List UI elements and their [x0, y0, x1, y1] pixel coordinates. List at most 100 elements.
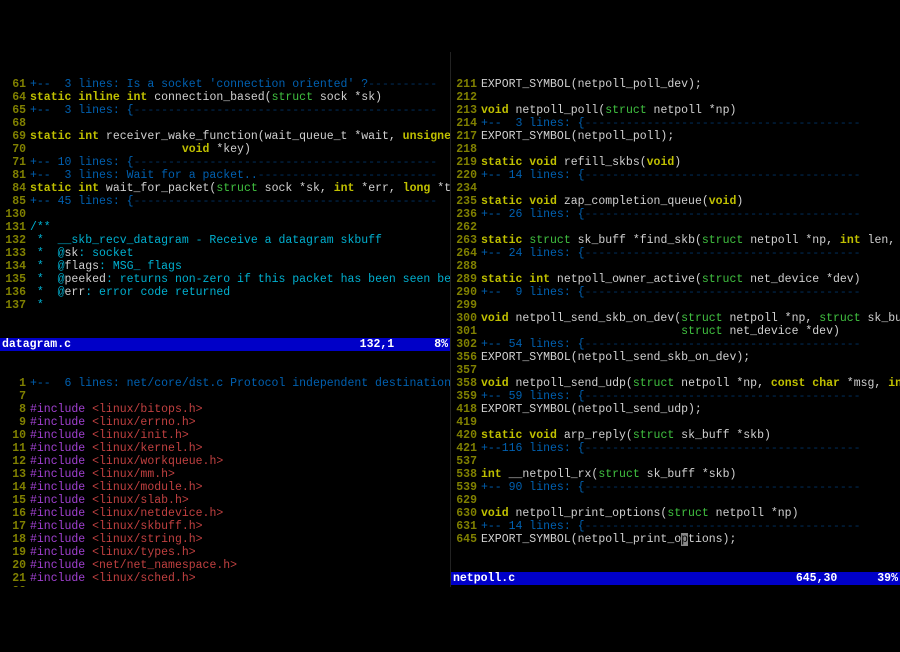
code-text[interactable]: void netpoll_send_udp(struct netpoll *np… — [481, 377, 900, 390]
code-line[interactable]: 235static void zap_completion_queue(void… — [451, 195, 900, 208]
code-line[interactable]: 133 * @sk: socket — [0, 247, 450, 260]
code-text[interactable]: #include <linux/init.h> — [30, 429, 450, 442]
code-line[interactable]: 11#include <linux/kernel.h> — [0, 442, 450, 455]
code-line[interactable]: 132 * __skb_recv_datagram - Receive a da… — [0, 234, 450, 247]
code-text[interactable]: struct net_device *dev) — [481, 325, 900, 338]
code-line[interactable]: 64static inline int connection_based(str… — [0, 91, 450, 104]
code-text[interactable]: int __netpoll_rx(struct sk_buff *skb) — [481, 468, 900, 481]
code-line[interactable]: 81+-- 3 lines: Wait for a packet..------… — [0, 169, 450, 182]
code-text[interactable]: #include <linux/netdevice.h> — [30, 507, 450, 520]
code-line[interactable]: 220+-- 14 lines: {----------------------… — [451, 169, 900, 182]
code-line[interactable]: 10#include <linux/init.h> — [0, 429, 450, 442]
code-text[interactable]: static void refill_skbs(void) — [481, 156, 900, 169]
code-text[interactable]: #include <linux/types.h> — [30, 546, 450, 559]
code-line[interactable]: 236+-- 26 lines: {----------------------… — [451, 208, 900, 221]
code-text[interactable]: +-- 3 lines: {--------------------------… — [481, 117, 900, 130]
code-line[interactable]: 538int __netpoll_rx(struct sk_buff *skb) — [451, 468, 900, 481]
code-text[interactable]: +-- 59 lines: {-------------------------… — [481, 390, 900, 403]
code-text[interactable]: #include <linux/workqueue.h> — [30, 455, 450, 468]
code-text[interactable]: EXPORT_SYMBOL(netpoll_send_skb_on_dev); — [481, 351, 900, 364]
code-text[interactable] — [481, 299, 900, 312]
code-text[interactable]: +-- 14 lines: {-------------------------… — [481, 520, 900, 533]
code-line[interactable]: 630void netpoll_print_options(struct net… — [451, 507, 900, 520]
code-line[interactable]: 134 * @flags: MSG_ flags — [0, 260, 450, 273]
code-text[interactable]: * @peeked: returns non-zero if this pack… — [30, 273, 450, 286]
code-line[interactable]: 264+-- 24 lines: {----------------------… — [451, 247, 900, 260]
code-text[interactable]: +-- 26 lines: {-------------------------… — [481, 208, 900, 221]
code-line[interactable]: 299 — [451, 299, 900, 312]
code-text[interactable]: * — [30, 299, 450, 312]
pane-datagram[interactable]: 61+-- 3 lines: Is a socket 'connection o… — [0, 78, 450, 312]
code-text[interactable]: void netpoll_send_skb_on_dev(struct netp… — [481, 312, 900, 325]
code-text[interactable]: * @err: error code returned — [30, 286, 450, 299]
code-line[interactable]: 421+--116 lines: {----------------------… — [451, 442, 900, 455]
code-line[interactable]: 358void netpoll_send_udp(struct netpoll … — [451, 377, 900, 390]
code-text[interactable] — [481, 182, 900, 195]
code-line[interactable]: 61+-- 3 lines: Is a socket 'connection o… — [0, 78, 450, 91]
code-line[interactable]: 211EXPORT_SYMBOL(netpoll_poll_dev); — [451, 78, 900, 91]
code-line[interactable]: 301 struct net_device *dev) — [451, 325, 900, 338]
code-text[interactable]: +-- 10 lines: {-------------------------… — [30, 156, 450, 169]
code-line[interactable]: 19#include <linux/types.h> — [0, 546, 450, 559]
code-line[interactable]: 218 — [451, 143, 900, 156]
code-text[interactable]: void netpoll_print_options(struct netpol… — [481, 507, 900, 520]
code-text[interactable]: #include <linux/sched.h> — [30, 572, 450, 585]
pane-netpoll[interactable]: 211EXPORT_SYMBOL(netpoll_poll_dev);21221… — [451, 78, 900, 546]
code-line[interactable]: 85+-- 45 lines: {-----------------------… — [0, 195, 450, 208]
code-text[interactable]: +-- 14 lines: {-------------------------… — [481, 169, 900, 182]
code-text[interactable]: /** — [30, 221, 450, 234]
code-line[interactable]: 12#include <linux/workqueue.h> — [0, 455, 450, 468]
code-text[interactable]: EXPORT_SYMBOL(netpoll_poll_dev); — [481, 78, 900, 91]
code-text[interactable]: #include <linux/module.h> — [30, 481, 450, 494]
code-line[interactable]: 631+-- 14 lines: {----------------------… — [451, 520, 900, 533]
code-line[interactable]: 219static void refill_skbs(void) — [451, 156, 900, 169]
code-text[interactable]: static int netpoll_owner_active(struct n… — [481, 273, 900, 286]
code-text[interactable] — [481, 364, 900, 377]
code-text[interactable]: EXPORT_SYMBOL(netpoll_send_udp); — [481, 403, 900, 416]
code-text[interactable] — [481, 494, 900, 507]
code-text[interactable]: #include <linux/skbuff.h> — [30, 520, 450, 533]
code-line[interactable]: 15#include <linux/slab.h> — [0, 494, 450, 507]
code-line[interactable]: 263static struct sk_buff *find_skb(struc… — [451, 234, 900, 247]
code-text[interactable] — [30, 208, 450, 221]
code-line[interactable]: 289static int netpoll_owner_active(struc… — [451, 273, 900, 286]
code-text[interactable]: static struct sk_buff *find_skb(struct n… — [481, 234, 900, 247]
code-text[interactable]: static void arp_reply(struct sk_buff *sk… — [481, 429, 900, 442]
code-text[interactable]: #include <linux/mm.h> — [30, 468, 450, 481]
code-line[interactable]: 70 void *key) — [0, 143, 450, 156]
code-text[interactable]: void netpoll_poll(struct netpoll *np) — [481, 104, 900, 117]
code-text[interactable] — [481, 91, 900, 104]
code-line[interactable]: 357 — [451, 364, 900, 377]
code-text[interactable]: static void zap_completion_queue(void) — [481, 195, 900, 208]
code-text[interactable]: * @sk: socket — [30, 247, 450, 260]
code-line[interactable]: 419 — [451, 416, 900, 429]
code-line[interactable]: 300void netpoll_send_skb_on_dev(struct n… — [451, 312, 900, 325]
code-line[interactable]: 213void netpoll_poll(struct netpoll *np) — [451, 104, 900, 117]
code-line[interactable]: 68 — [0, 117, 450, 130]
code-text[interactable]: static int wait_for_packet(struct sock *… — [30, 182, 450, 195]
code-text[interactable]: static int receiver_wake_function(wait_q… — [30, 130, 450, 143]
code-line[interactable]: 17#include <linux/skbuff.h> — [0, 520, 450, 533]
code-text[interactable] — [481, 143, 900, 156]
code-text[interactable] — [30, 390, 450, 403]
code-line[interactable]: 13#include <linux/mm.h> — [0, 468, 450, 481]
code-text[interactable]: void *key) — [30, 143, 450, 156]
code-text[interactable]: +-- 3 lines: {--------------------------… — [30, 104, 450, 117]
code-line[interactable]: 16#include <linux/netdevice.h> — [0, 507, 450, 520]
code-text[interactable]: +-- 24 lines: {-------------------------… — [481, 247, 900, 260]
code-text[interactable]: +-- 3 lines: Wait for a packet..--------… — [30, 169, 450, 182]
code-line[interactable]: 21#include <linux/sched.h> — [0, 572, 450, 585]
code-line[interactable]: 288 — [451, 260, 900, 273]
code-line[interactable]: 290+-- 9 lines: {-----------------------… — [451, 286, 900, 299]
code-text[interactable]: +-- 90 lines: {-------------------------… — [481, 481, 900, 494]
code-text[interactable]: EXPORT_SYMBOL(netpoll_poll); — [481, 130, 900, 143]
code-line[interactable]: 1+-- 6 lines: net/core/dst.c Protocol in… — [0, 377, 450, 390]
code-line[interactable]: 71+-- 10 lines: {-----------------------… — [0, 156, 450, 169]
code-text[interactable] — [30, 117, 450, 130]
code-text[interactable]: #include <linux/errno.h> — [30, 416, 450, 429]
code-text[interactable]: * __skb_recv_datagram - Receive a datagr… — [30, 234, 450, 247]
code-text[interactable]: #include <linux/bitops.h> — [30, 403, 450, 416]
code-line[interactable]: 69static int receiver_wake_function(wait… — [0, 130, 450, 143]
code-line[interactable]: 214+-- 3 lines: {-----------------------… — [451, 117, 900, 130]
pane-dst[interactable]: 1+-- 6 lines: net/core/dst.c Protocol in… — [0, 377, 450, 587]
